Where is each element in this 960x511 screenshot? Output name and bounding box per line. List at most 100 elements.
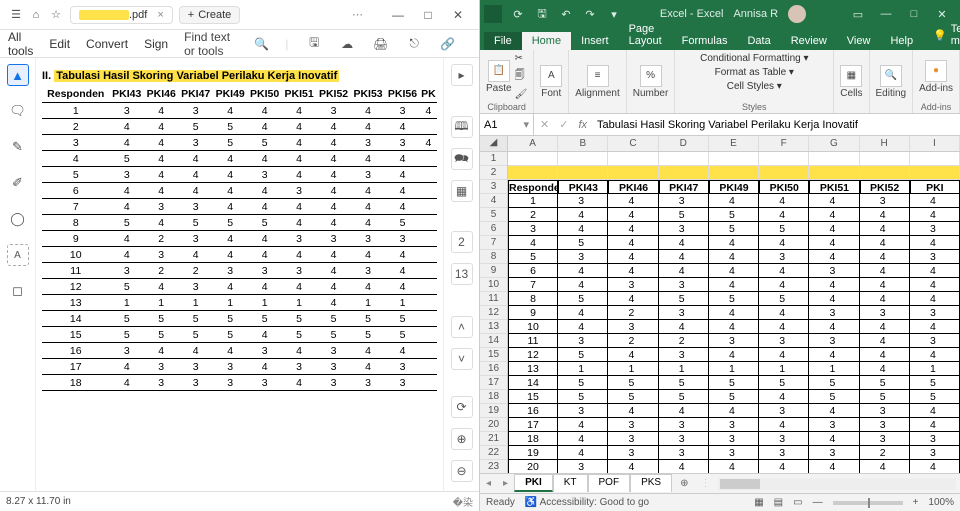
zoom-out-btn[interactable]: — (813, 497, 823, 508)
cell[interactable]: 4 (709, 278, 759, 292)
cell[interactable]: 19 (508, 446, 558, 460)
zoom-level[interactable]: 100% (928, 497, 954, 508)
name-box[interactable]: A1▾ (480, 114, 534, 135)
cell[interactable]: 4 (860, 460, 910, 473)
tab-file[interactable]: File (484, 32, 522, 50)
cell[interactable]: 3 (910, 306, 960, 320)
cell[interactable] (608, 166, 658, 180)
cell[interactable]: 4 (860, 222, 910, 236)
cell[interactable]: 4 (709, 320, 759, 334)
col-header[interactable]: D (659, 136, 709, 151)
cell[interactable]: 4 (759, 264, 809, 278)
zoom-out-icon[interactable]: ⊖ (451, 460, 473, 482)
cell[interactable]: 4 (558, 264, 608, 278)
col-header[interactable]: A (508, 136, 558, 151)
cell[interactable]: 5 (558, 348, 608, 362)
cell[interactable]: 5 (910, 390, 960, 404)
draw-tool-icon[interactable]: ✐ (7, 172, 29, 194)
cell[interactable]: 11 (508, 334, 558, 348)
cell[interactable]: 3 (659, 222, 709, 236)
alignment-button[interactable]: ≡Alignment (575, 65, 619, 99)
cell[interactable]: 4 (860, 264, 910, 278)
pdf-tab[interactable]: .pdf × (70, 6, 173, 24)
cell[interactable]: 4 (558, 306, 608, 320)
cell[interactable]: 15 (508, 390, 558, 404)
shape-tool-icon[interactable]: ◻ (7, 280, 29, 302)
cell[interactable]: 1 (558, 362, 608, 376)
cell[interactable]: 4 (860, 334, 910, 348)
page-13[interactable]: 13 (451, 263, 473, 285)
row-header[interactable]: 16 (480, 362, 507, 376)
cell[interactable]: 3 (709, 446, 759, 460)
bookmark-icon[interactable]: 🕮 (451, 116, 473, 138)
cell[interactable]: Responden (508, 180, 558, 194)
cell[interactable] (608, 152, 658, 166)
cell[interactable]: 4 (860, 208, 910, 222)
cell[interactable]: 3 (910, 222, 960, 236)
conditional-formatting-button[interactable]: Conditional Formatting ▾ (700, 53, 808, 64)
row-header[interactable]: 1 (480, 152, 507, 166)
cell[interactable]: 3 (608, 432, 658, 446)
cell[interactable]: 3 (659, 306, 709, 320)
chevron-down-icon[interactable]: ˅ (451, 348, 473, 370)
cell[interactable]: 4 (809, 222, 859, 236)
col-header[interactable]: F (759, 136, 809, 151)
row-header[interactable]: 9 (480, 264, 507, 278)
cell[interactable]: 3 (709, 418, 759, 432)
cell[interactable]: 3 (558, 334, 608, 348)
cell[interactable]: 3 (558, 460, 608, 473)
close-tab-icon[interactable]: × (157, 9, 163, 21)
cell[interactable]: 4 (860, 320, 910, 334)
cell[interactable]: 5 (809, 390, 859, 404)
cell[interactable]: 4 (860, 278, 910, 292)
cell[interactable]: 17 (508, 418, 558, 432)
cell[interactable]: 3 (860, 418, 910, 432)
cell[interactable]: 4 (558, 208, 608, 222)
cell[interactable]: 7 (508, 278, 558, 292)
cell[interactable]: 4 (809, 278, 859, 292)
cell[interactable] (759, 166, 809, 180)
cell[interactable]: 5 (659, 390, 709, 404)
cell[interactable]: 4 (860, 292, 910, 306)
row-header[interactable]: 23 (480, 460, 507, 473)
row-header[interactable]: 8 (480, 250, 507, 264)
cell[interactable]: 3 (809, 334, 859, 348)
chevron-up-icon[interactable]: ˄ (451, 316, 473, 338)
cell[interactable]: 4 (910, 418, 960, 432)
convert-button[interactable]: Convert (86, 37, 128, 51)
cell[interactable]: 3 (608, 418, 658, 432)
copy-icon[interactable]: 🗐 (515, 68, 528, 85)
cell-styles-button[interactable]: Cell Styles ▾ (727, 81, 782, 92)
cell[interactable]: 3 (759, 446, 809, 460)
cell[interactable]: 4 (558, 418, 608, 432)
more-icon[interactable]: ⋯ (352, 8, 363, 21)
rotate-icon[interactable]: ⟳ (451, 396, 473, 418)
row-header[interactable]: 13 (480, 320, 507, 334)
cell[interactable] (659, 152, 709, 166)
cell[interactable]: 2 (659, 334, 709, 348)
row-header[interactable]: 17 (480, 376, 507, 390)
cell[interactable]: 3 (558, 404, 608, 418)
select-all[interactable]: ◢ (480, 136, 507, 152)
cell[interactable]: 6 (508, 264, 558, 278)
cell[interactable]: 4 (809, 348, 859, 362)
undo-icon[interactable]: ↶ (558, 6, 574, 22)
tab-page-layout[interactable]: Page Layout (619, 20, 672, 50)
cell[interactable] (910, 152, 960, 166)
h-scrollbar[interactable] (718, 478, 956, 490)
cell[interactable]: PKI46 (608, 180, 658, 194)
cell[interactable]: 4 (910, 278, 960, 292)
tab-help[interactable]: Help (880, 32, 923, 50)
sheet-nav-prev-icon[interactable]: ◂ (480, 478, 497, 489)
xl-minimize-icon[interactable]: — (872, 8, 900, 20)
select-tool-icon[interactable]: ▲ (7, 64, 29, 86)
new-sheet-icon[interactable]: ⊕ (672, 478, 696, 489)
cell[interactable]: 4 (910, 348, 960, 362)
cell[interactable] (508, 166, 558, 180)
cloud-icon[interactable]: ☁ (340, 32, 354, 56)
home-icon[interactable]: ⌂ (26, 5, 46, 25)
cell[interactable]: 5 (759, 292, 809, 306)
cell[interactable]: 4 (608, 194, 658, 208)
cell[interactable]: 9 (508, 306, 558, 320)
cell[interactable]: PKI47 (659, 180, 709, 194)
